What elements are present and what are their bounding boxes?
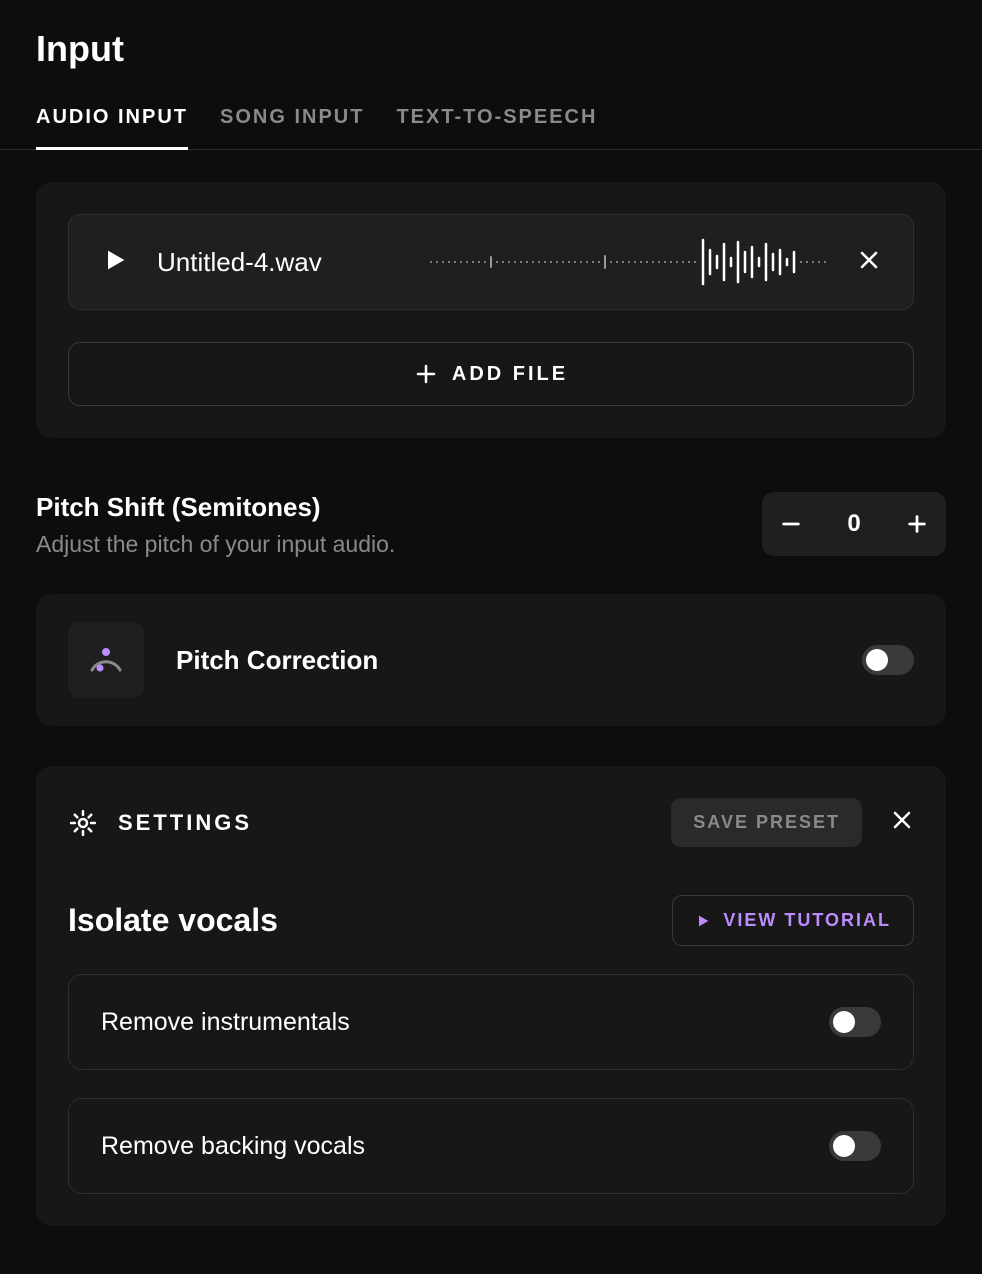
waveform [350,232,829,292]
increment-button[interactable] [906,513,928,535]
plus-icon [906,513,928,535]
option-remove-instrumentals: Remove instrumentals [68,974,914,1070]
close-icon [857,248,881,272]
tab-song-input[interactable]: SONG INPUT [220,106,364,150]
add-file-label: ADD FILE [452,363,568,386]
pitch-correction-label: Pitch Correction [176,645,378,676]
pitch-correction-toggle[interactable] [862,645,914,675]
pitch-shift-value: 0 [842,510,866,538]
decrement-button[interactable] [780,513,802,535]
input-card: Untitled-4.wav [36,182,946,438]
pitch-shift-row: Pitch Shift (Semitones) Adjust the pitch… [36,492,946,558]
option-label: Remove instrumentals [101,1008,350,1037]
isolate-vocals-title: Isolate vocals [68,902,278,939]
remove-instrumentals-toggle[interactable] [829,1007,881,1037]
play-button[interactable] [101,246,129,279]
view-tutorial-button[interactable]: VIEW TUTORIAL [672,895,914,946]
close-settings-button[interactable] [890,808,914,837]
play-icon [101,246,129,274]
file-row: Untitled-4.wav [68,214,914,310]
play-icon [695,913,711,929]
pitch-shift-description: Adjust the pitch of your input audio. [36,531,395,558]
pitch-correction-icon [68,622,144,698]
minus-icon [780,513,802,535]
pitch-shift-stepper: 0 [762,492,946,556]
pitch-correction-card: Pitch Correction [36,594,946,726]
settings-title: SETTINGS [118,810,252,836]
gear-icon [68,808,98,838]
page-title: Input [36,28,946,70]
tab-text-to-speech[interactable]: TEXT-TO-SPEECH [396,106,597,150]
tab-audio-input[interactable]: AUDIO INPUT [36,106,188,150]
save-preset-button[interactable]: SAVE PRESET [671,798,862,847]
plus-icon [414,362,438,386]
option-remove-backing-vocals: Remove backing vocals [68,1098,914,1194]
add-file-button[interactable]: ADD FILE [68,342,914,406]
remove-backing-vocals-toggle[interactable] [829,1131,881,1161]
tabs: AUDIO INPUT SONG INPUT TEXT-TO-SPEECH [0,106,982,150]
remove-file-button[interactable] [857,248,881,277]
option-label: Remove backing vocals [101,1132,365,1161]
pitch-shift-label: Pitch Shift (Semitones) [36,492,395,523]
view-tutorial-label: VIEW TUTORIAL [723,910,891,931]
close-icon [890,808,914,832]
file-name: Untitled-4.wav [157,247,322,278]
settings-card: SETTINGS SAVE PRESET Isolate vocals VIEW… [36,766,946,1226]
